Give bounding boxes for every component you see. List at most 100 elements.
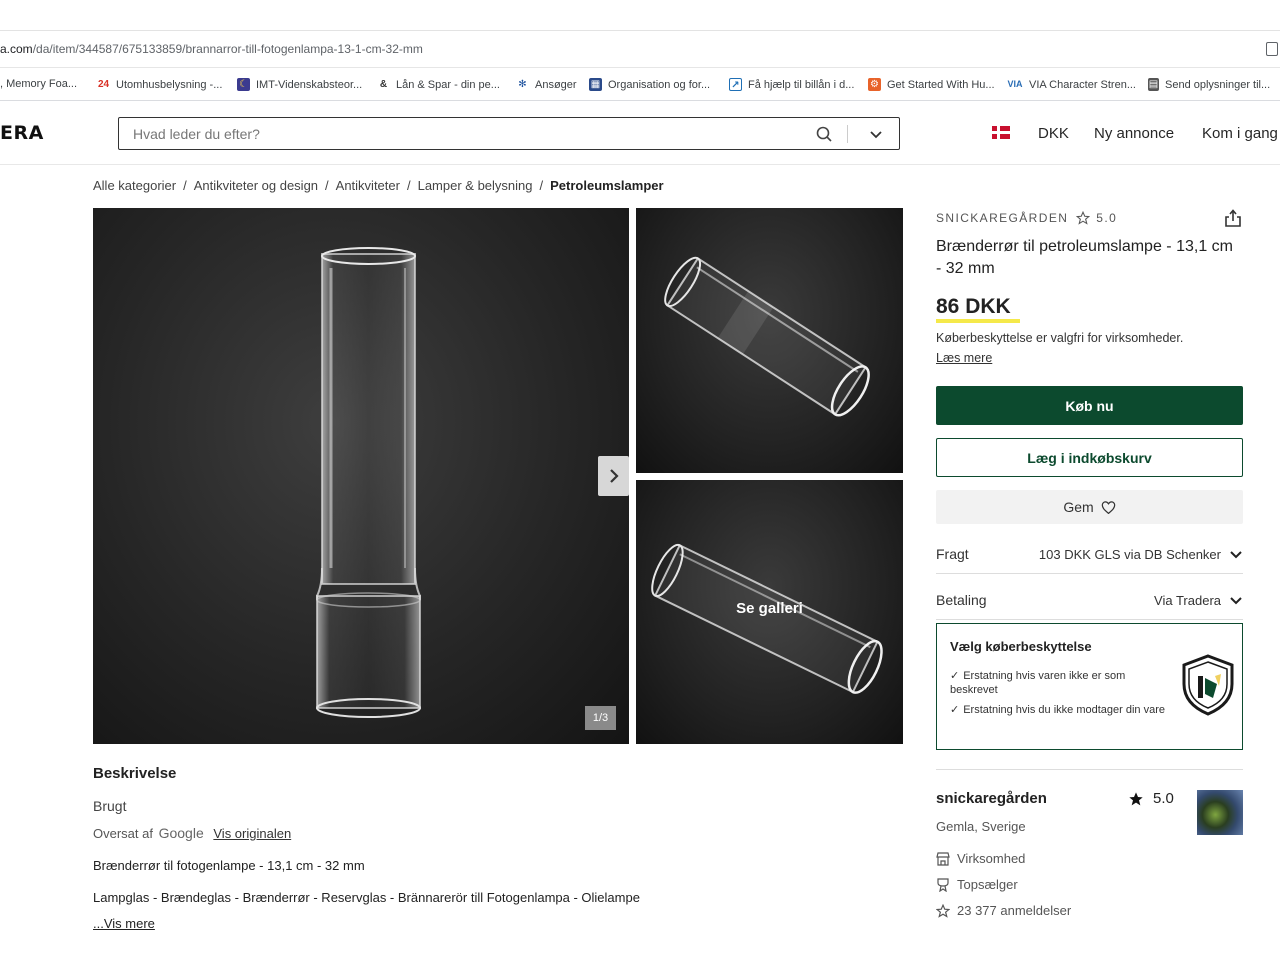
site-header: ERA DKK Ny annonce Kom i gang [0,101,1280,165]
see-gallery-link[interactable]: Se galleri [636,600,903,617]
gallery-thumbnail[interactable] [636,208,903,473]
open-in-app-icon[interactable] [1266,42,1278,56]
search-icon[interactable] [813,123,837,145]
seller-header[interactable]: SNICKAREGÅRDEN 5.0 [936,211,1117,225]
checkmark-icon: ✓ [950,670,960,682]
breadcrumb-separator: / [539,178,544,193]
get-started-link[interactable]: Kom i gang [1202,125,1278,142]
seller-name[interactable]: snickaregården [936,790,1047,807]
payment-label: Betaling [936,592,987,608]
seller-rating: 5.0 [1128,790,1174,807]
shield-icon [1182,654,1234,716]
grid-favicon-icon: ▦ [589,78,602,91]
payment-row[interactable]: Betaling Via Tradera [936,580,1243,620]
chevron-right-icon [609,469,619,483]
description-heading: Beskrivelse [93,765,177,782]
bookmark-item[interactable]: VIA VIA Character Stren... [1007,78,1136,91]
buyer-protection-note: Køberbeskyttelse er valgfri for virksomh… [936,331,1184,345]
breadcrumb-separator: / [406,178,411,193]
chevron-down-icon [1230,551,1242,559]
bookmark-item[interactable]: ▤ Send oplysninger til... [1148,78,1270,91]
protection-benefit: ✓ Erstatning hvis varen ikke er som beskr… [950,670,1126,696]
item-price: 86 DKK [936,295,1011,318]
breadcrumb-separator: / [183,178,187,193]
shipping-label: Fragt [936,546,969,562]
breadcrumb-item[interactable]: Antikviteter og design [194,178,318,193]
star-outline-icon [936,903,950,918]
search-input[interactable] [119,118,809,149]
chart-favicon-icon: ↗ [729,78,742,91]
bookmark-item[interactable]: ↗ Få hjælp til billån i d... [729,78,854,91]
bookmark-item[interactable]: 24 Utomhusbelysning -... [97,78,222,91]
address-bar[interactable]: a.com/da/item/344587/675133859/brannarro… [0,31,1280,68]
url-text[interactable]: a.com/da/item/344587/675133859/brannarro… [0,42,423,56]
item-title: Brænderrør til petroleumslampe - 13,1 cm… [936,238,1233,277]
bookmark-item[interactable]: ▦ Organisation og for... [589,78,710,91]
currency-selector[interactable]: DKK [1038,125,1069,142]
divider [936,769,1243,770]
star-filled-icon [1129,791,1143,805]
shipping-row[interactable]: Fragt 103 DKK GLS via DB Schenker [936,534,1243,574]
protection-benefit: ✓ Erstatning hvis du ikke modtager din va… [950,704,1165,716]
bookmark-item[interactable]: ✻ Ansøger [516,78,576,91]
breadcrumb-current[interactable]: Petroleumslamper [550,178,663,193]
buyer-protection-title: Vælg køberbeskyttelse [950,639,1092,654]
add-to-cart-button[interactable]: Læg i indkøbskurv [936,438,1243,477]
translated-by-label: Oversat af [93,826,153,841]
search-box [118,117,900,150]
site-logo[interactable]: ERA [0,122,44,144]
breadcrumb-item[interactable]: Lamper & belysning [418,178,533,193]
browser-tab-strip [0,0,1280,31]
seller-type: Virksomhed [936,851,1025,866]
shipping-value: 103 DKK GLS via DB Schenker [1038,547,1221,562]
next-image-button[interactable] [598,456,629,496]
save-button[interactable]: Gem [936,490,1243,524]
buy-now-button[interactable]: Køb nu [936,386,1243,425]
breadcrumb: Alle kategorier / Antikviteter og design /… [93,178,664,193]
share-icon[interactable] [1224,208,1242,228]
buyer-protection-box[interactable]: Vælg køberbeskyttelse ✓ Erstatning hvis v… [936,623,1243,750]
24-favicon-icon: 24 [97,79,110,90]
danish-flag-icon[interactable] [992,126,1010,139]
breadcrumb-separator: / [325,178,329,193]
hubspot-favicon-icon: ⚙ [868,78,881,91]
item-condition: Brugt [93,798,127,814]
seller-badge: Topsælger [936,877,1018,892]
seller-name-upper[interactable]: SNICKAREGÅRDEN [936,211,1068,225]
main-product-image[interactable] [93,208,629,744]
heart-icon [1101,500,1115,514]
ampersand-favicon-icon: & [379,79,388,90]
read-more-link[interactable]: Læs mere [936,351,992,365]
show-original-link[interactable]: Vis originalen [213,826,291,841]
seller-rating-value: 5.0 [1096,211,1118,225]
new-listing-link[interactable]: Ny annonce [1094,125,1174,142]
seller-location: Gemla, Sverige [936,819,1026,834]
gear-favicon-icon: ✻ [518,79,527,90]
bookmark-item[interactable]: & Lån & Spar - din pe... [377,78,500,91]
via-favicon-icon: VIA [1007,79,1023,89]
save-label: Gem [1063,499,1094,515]
payment-value: Via Tradera [1154,593,1221,608]
seller-rating-value: 5.0 [1153,790,1174,807]
description-text: Lampglas - Brændeglas - Brænderrør - Res… [93,890,640,905]
google-logo: Google [158,825,204,841]
moon-favicon-icon: ☾ [237,78,250,91]
breadcrumb-item[interactable]: Antikviteter [336,178,400,193]
star-outline-icon [1076,211,1091,225]
document-favicon-icon: ▤ [1148,78,1159,91]
breadcrumb-item[interactable]: Alle kategorier [93,178,176,193]
bookmark-item[interactable]: , Memory Foa... [0,78,77,90]
description-text: Brænderrør til fotogenlampe - 13,1 cm - … [93,858,365,873]
glass-chimney-photo [316,247,421,718]
chevron-down-icon[interactable] [863,123,889,145]
award-icon [937,877,949,892]
bookmark-item[interactable]: ☾ IMT-Videnskabsteor... [237,78,362,91]
glass-tube-photo [664,256,870,417]
store-icon [936,851,950,866]
search-divider [847,125,848,143]
image-counter: 1/3 [585,706,616,730]
bookmark-item[interactable]: ⚙ Get Started With Hu... [868,78,995,91]
seller-reviews[interactable]: 23 377 anmeldelser [936,903,1071,918]
seller-avatar[interactable] [1197,790,1243,835]
show-more-link[interactable]: ...Vis mere [93,916,155,931]
